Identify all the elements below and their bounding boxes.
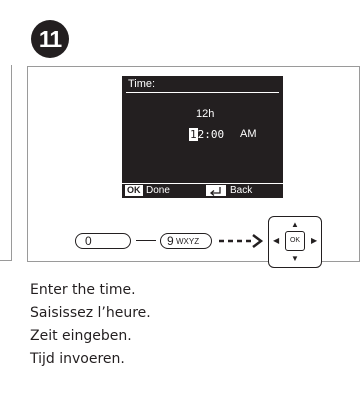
screen-title: Time: <box>128 78 156 90</box>
back-arrow-icon <box>206 185 226 196</box>
time-cursor-digit: 1 <box>189 128 198 141</box>
step-number-badge: 11 <box>31 20 69 58</box>
lcd-screen: Time: 12h 12:00 AM OK Done Back <box>122 76 283 198</box>
left-column-divider <box>0 65 12 261</box>
range-dash <box>136 240 156 241</box>
time-format-label: 12h <box>196 108 215 120</box>
screen-footer: OK Done Back <box>122 183 283 198</box>
instruction-en: Enter the time. <box>30 282 136 298</box>
instruction-nl: Tijd invoeren. <box>30 351 125 367</box>
key-9-letters: WXYZ <box>176 237 200 246</box>
dashed-arrow-icon <box>219 234 264 248</box>
done-label: Done <box>146 185 170 196</box>
key-9-number: 9 <box>167 234 174 248</box>
down-arrow-icon[interactable]: ▼ <box>291 255 299 263</box>
instruction-fr: Saisissez l’heure. <box>30 305 151 321</box>
screen-title-rule <box>126 92 279 93</box>
ok-button[interactable]: OK <box>285 231 305 251</box>
ok-chip: OK <box>125 185 143 196</box>
back-arrow-icon-glyph <box>209 187 221 196</box>
up-arrow-icon[interactable]: ▲ <box>291 221 299 229</box>
ampm-value[interactable]: AM <box>240 128 257 140</box>
illustration-panel: Time: 12h 12:00 AM OK Done Back 0 9 WXYZ… <box>27 66 360 268</box>
key-9-button[interactable]: 9 WXYZ <box>160 233 212 249</box>
left-arrow-icon[interactable]: ◀ <box>273 237 279 245</box>
key-0-button[interactable]: 0 <box>75 233 131 249</box>
back-label: Back <box>230 185 253 196</box>
time-value[interactable]: 12:00 <box>189 128 224 141</box>
instruction-de: Zeit eingeben. <box>30 328 132 344</box>
right-arrow-icon[interactable]: ▶ <box>311 237 317 245</box>
instruction-lines: Enter the time. Saisissez l’heure. Zeit … <box>30 279 151 371</box>
time-remaining-digits: 2:00 <box>197 128 225 141</box>
dpad-control[interactable]: ▲ ▼ ◀ ▶ OK <box>268 216 322 268</box>
key-0-label: 0 <box>85 234 92 248</box>
